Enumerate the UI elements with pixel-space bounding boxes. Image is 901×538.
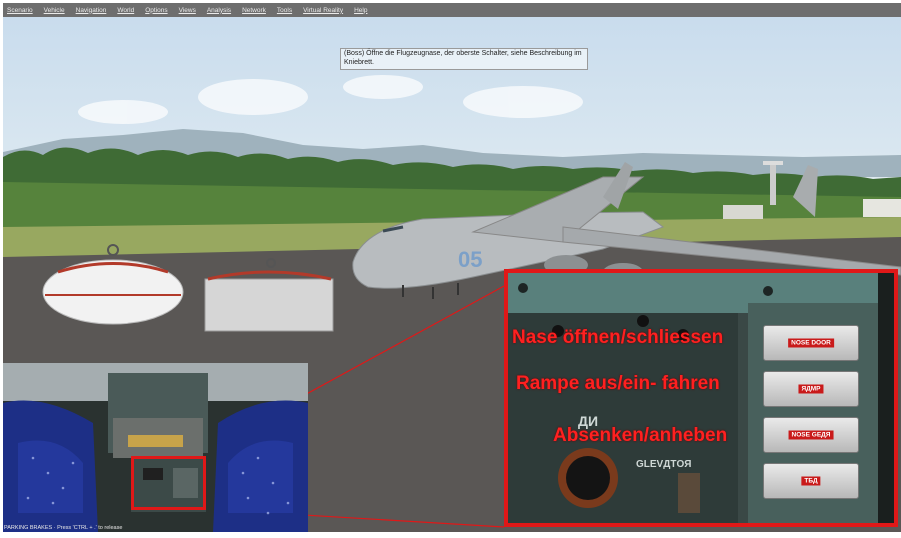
- menu-help[interactable]: Help: [354, 7, 367, 14]
- menu-world[interactable]: World: [117, 7, 134, 14]
- zoomed-panel-callout: NOSE DOOR ЯДМР NOSE GEДЯ TБД ДИ GLEVДТOЯ…: [504, 269, 898, 527]
- ramp-switch[interactable]: ЯДМР: [763, 371, 859, 407]
- menu-views[interactable]: Views: [179, 7, 196, 14]
- instruction-tooltip: (Boss) Öffne die Flugzeugnase, der obers…: [340, 48, 588, 70]
- menu-options[interactable]: Options: [145, 7, 167, 14]
- status-message: PARKING BRAKES · Press 'CTRL + .' to rel…: [4, 525, 123, 531]
- menu-scenario[interactable]: Scenario: [7, 7, 33, 14]
- inset-highlight-box: [131, 456, 206, 510]
- menu-navigation[interactable]: Navigation: [76, 7, 107, 14]
- nose-door-switch[interactable]: NOSE DOOR: [763, 325, 859, 361]
- menu-network[interactable]: Network: [242, 7, 266, 14]
- menu-tools[interactable]: Tools: [277, 7, 292, 14]
- simulator-window: Scenario Vehicle Navigation World Option…: [0, 0, 901, 538]
- tbd-switch[interactable]: TБД: [763, 463, 859, 499]
- nose-door-label: NOSE DOOR: [788, 338, 834, 348]
- menu-bar: Scenario Vehicle Navigation World Option…: [3, 3, 901, 17]
- tbd-label: TБД: [801, 476, 821, 486]
- menu-analysis[interactable]: Analysis: [207, 7, 231, 14]
- nose-gear-switch[interactable]: NOSE GEДЯ: [763, 417, 859, 453]
- nose-gear-label: NOSE GEДЯ: [788, 430, 834, 440]
- callout-ramp: Rampe aus/ein- fahren: [516, 373, 720, 394]
- callout-nose: Nase öffnen/schliessen: [512, 327, 724, 348]
- aircraft-tail-number: 05: [458, 247, 482, 272]
- menu-virtual-reality[interactable]: Virtual Reality: [303, 7, 343, 14]
- ramp-label: ЯДМР: [798, 384, 824, 394]
- clouds: [78, 75, 583, 124]
- callout-lower: Absenken/anheben: [553, 425, 728, 446]
- menu-vehicle[interactable]: Vehicle: [44, 7, 65, 14]
- panel-label-glevator: GLEVДТOЯ: [636, 459, 692, 470]
